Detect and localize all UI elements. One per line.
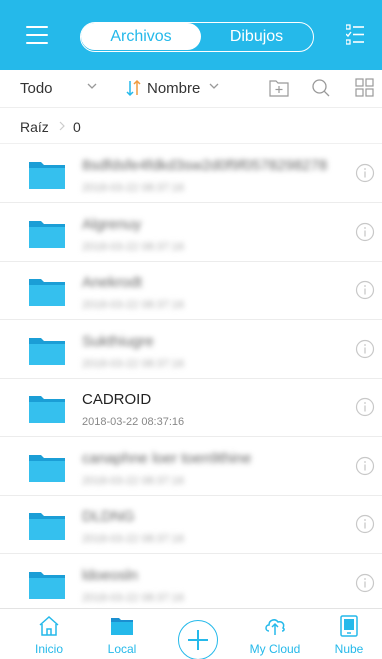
breadcrumb-root[interactable]: Raíz	[20, 119, 49, 135]
folder-icon	[29, 571, 65, 599]
tablet-icon	[340, 615, 358, 637]
home-icon	[39, 615, 59, 636]
file-name: ldoeosln	[82, 566, 138, 584]
file-date: 2018-03-22 08:37:16	[82, 474, 185, 487]
file-row[interactable]: Anekrodt 2018-03-22 08:37:16	[0, 262, 382, 320]
breadcrumb-count: 0	[73, 119, 81, 135]
file-date: 2018-03-22 08:37:16	[82, 299, 185, 311]
filter-dropdown[interactable]: Todo	[20, 80, 53, 97]
file-name: 8sdfdsfe4fdkd3sw2d0f9f0578298278	[82, 157, 328, 174]
nav-label: Inicio	[34, 642, 63, 656]
file-name: CADROID	[82, 391, 152, 408]
nav-label: My Cloud	[249, 642, 301, 656]
file-date: 2018-03-22 08:37:16	[82, 416, 185, 428]
nav-local[interactable]: Local	[92, 609, 152, 659]
file-date: 2018-03-22 08:37:16	[82, 182, 185, 194]
file-name: Anekrodt	[82, 274, 143, 291]
file-row[interactable]: Algrenuy 2018-03-22 08:37:16	[0, 203, 382, 262]
file-row[interactable]: ldoeosln 2018-03-22 08:37:16	[0, 554, 382, 608]
nav-inicio[interactable]: Inicio	[19, 609, 79, 659]
folder-icon	[29, 337, 65, 365]
info-icon[interactable]	[355, 456, 375, 476]
file-row[interactable]: 8sdfdsfe4fdkd3sw2d0f9f0578298278 2018-03-…	[0, 145, 382, 203]
folder-icon	[29, 220, 65, 248]
info-icon[interactable]	[355, 397, 375, 417]
file-row[interactable]: DLDNG 2018-03-22 08:37:16	[0, 496, 382, 554]
tab-dibujos[interactable]: Dibujos	[201, 23, 312, 50]
cloud-upload-icon	[265, 619, 285, 635]
chevron-down-icon[interactable]	[208, 80, 220, 92]
mode-switch: Archivos Dibujos	[80, 22, 314, 52]
info-icon[interactable]	[355, 339, 375, 359]
info-icon[interactable]	[355, 222, 375, 242]
new-folder-icon[interactable]	[268, 77, 290, 99]
toolbar: Todo Nombre	[0, 70, 382, 108]
nav-my-cloud[interactable]: My Cloud	[245, 609, 305, 659]
folder-icon	[29, 396, 65, 423]
file-name: Algrenuy	[82, 215, 142, 233]
folder-icon	[111, 618, 133, 635]
breadcrumb: Raíz 0	[0, 108, 382, 144]
chevron-down-icon[interactable]	[86, 80, 98, 92]
nav-nube[interactable]: Nube	[319, 609, 379, 659]
folder-icon	[29, 454, 65, 482]
tab-archivos[interactable]: Archivos	[81, 23, 201, 50]
nav-label: Local	[107, 642, 137, 656]
file-name: DLDNG	[82, 508, 135, 525]
search-icon[interactable]	[310, 77, 332, 99]
grid-view-icon[interactable]	[354, 77, 376, 99]
info-icon[interactable]	[355, 573, 375, 593]
file-date: 2018-03-22 08:37:16	[82, 533, 185, 545]
file-date: 2018-03-22 08:37:16	[82, 591, 185, 604]
file-row[interactable]: CADROID 2018-03-22 08:37:16	[0, 379, 382, 437]
info-icon[interactable]	[355, 163, 375, 183]
file-list: 8sdfdsfe4fdkd3sw2d0f9f0578298278 2018-03-…	[0, 145, 382, 608]
file-row[interactable]: Sukthiugre 2018-03-22 08:37:16	[0, 320, 382, 379]
info-icon[interactable]	[355, 514, 375, 534]
folder-icon	[29, 162, 65, 189]
folder-icon	[29, 513, 65, 540]
file-date: 2018-03-22 08:37:16	[82, 357, 185, 370]
file-name: canaphne loer toen9thine	[82, 449, 252, 467]
add-button[interactable]	[178, 620, 218, 659]
info-icon[interactable]	[355, 280, 375, 300]
file-name: Sukthiugre	[82, 332, 154, 350]
chevron-right-icon	[59, 121, 65, 131]
sort-icon[interactable]	[126, 79, 142, 97]
file-date: 2018-03-22 08:37:16	[82, 240, 185, 253]
folder-icon	[29, 279, 65, 306]
app-header: Archivos Dibujos	[0, 0, 382, 70]
checklist-icon[interactable]	[346, 24, 364, 46]
file-row[interactable]: canaphne loer toen9thine 2018-03-22 08:37…	[0, 437, 382, 496]
menu-icon[interactable]	[26, 26, 48, 44]
nav-label: Nube	[334, 642, 364, 656]
sort-dropdown[interactable]: Nombre	[147, 80, 200, 97]
